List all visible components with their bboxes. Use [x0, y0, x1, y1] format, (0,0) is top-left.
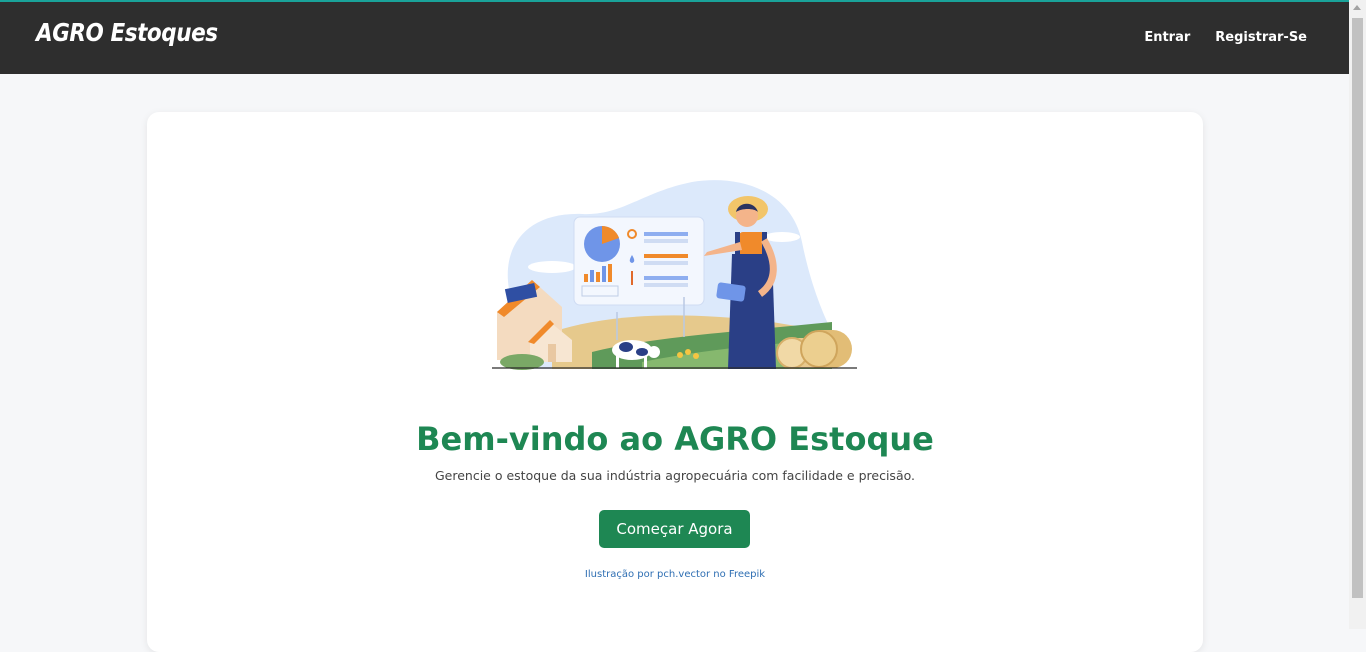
brand-logo[interactable]: AGRO Estoques	[36, 18, 218, 47]
start-now-button[interactable]: Começar Agora	[599, 510, 750, 548]
navbar: AGRO Estoques Entrar Registrar-Se	[0, 2, 1349, 74]
register-link[interactable]: Registrar-Se	[1215, 30, 1307, 45]
login-link[interactable]: Entrar	[1144, 30, 1190, 45]
scroll-up-arrow-icon[interactable]	[1353, 5, 1361, 10]
scrollbar[interactable]	[1349, 0, 1366, 629]
scroll-thumb[interactable]	[1352, 18, 1363, 598]
farmer-illustration	[492, 180, 857, 370]
illustration-credit-link[interactable]: Ilustração por pch.vector no Freepik	[147, 569, 1203, 580]
page-subtitle: Gerencie o estoque da sua indústria agro…	[434, 468, 916, 483]
page-title: Bem-vindo ao AGRO Estoque	[416, 420, 934, 458]
welcome-card: Bem-vindo ao AGRO Estoque Gerencie o est…	[147, 112, 1203, 652]
nav-links: Entrar Registrar-Se	[1144, 30, 1307, 45]
